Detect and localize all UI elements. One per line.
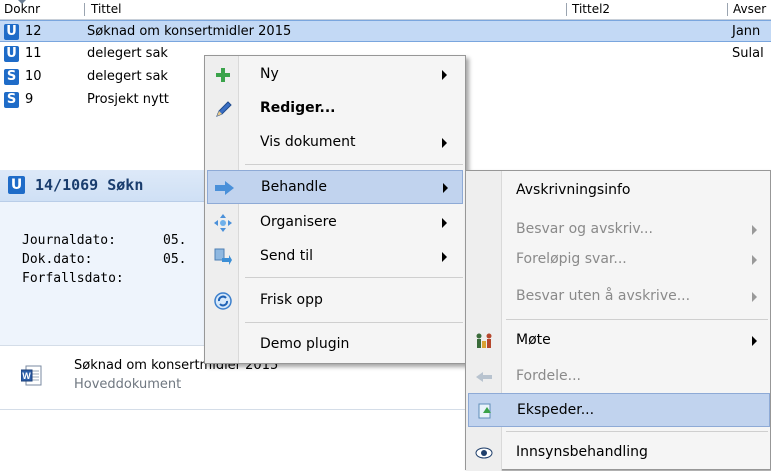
menu-item-frisk-opp[interactable]: Frisk opp: [205, 284, 465, 318]
submenu-arrow-icon: [752, 336, 757, 346]
menu-separator: [245, 164, 463, 165]
row-doknr: 10: [25, 69, 42, 84]
behandle-submenu: Avskrivningsinfo Besvar og avskriv... Fo…: [465, 170, 771, 471]
forfallsdato-label: Forfallsdato:: [22, 271, 124, 286]
document-type-badge: U: [4, 46, 19, 62]
submenu-item-innsynsbehandling[interactable]: Innsynsbehandling: [466, 436, 770, 470]
submenu-arrow-icon: [442, 252, 447, 262]
menu-separator: [506, 319, 768, 320]
word-document-icon[interactable]: W: [20, 365, 43, 387]
submenu-arrow-icon: [443, 183, 448, 193]
meeting-icon: [474, 331, 494, 351]
menu-separator: [245, 277, 463, 278]
detail-type-badge: U: [8, 176, 25, 194]
dispatch-icon: [475, 401, 495, 421]
detail-title: 14/1069 Søkn: [35, 176, 144, 194]
menu-separator: [245, 322, 463, 323]
row-title: delegert sak: [87, 46, 168, 61]
submenu-item-forelopig-svar[interactable]: Foreløpig svar...: [466, 243, 770, 277]
column-header-tittel[interactable]: Tittel: [91, 2, 121, 16]
menu-item-vis-dokument[interactable]: Vis dokument: [205, 126, 465, 160]
document-type-badge: U: [4, 24, 19, 40]
menu-item-organisere[interactable]: Organisere: [205, 206, 465, 240]
dokdato-value: 05.: [163, 252, 187, 267]
submenu-arrow-icon: [442, 218, 447, 228]
table-row[interactable]: U 12 Søknad om konsertmidler 2015 Jann: [0, 20, 771, 42]
column-separator[interactable]: [84, 3, 85, 16]
journaldato-value: 05.: [163, 233, 187, 248]
document-type-badge: S: [4, 92, 19, 108]
column-header-doknr[interactable]: Doknr: [4, 2, 40, 16]
submenu-item-fordele[interactable]: Fordele...: [466, 360, 770, 394]
grid-header: Doknr Tittel Tittel2 Avser: [0, 0, 771, 20]
row-title: delegert sak: [87, 69, 168, 84]
process-arrow-icon: [214, 178, 234, 198]
submenu-item-mote[interactable]: Møte: [466, 324, 770, 358]
submenu-arrow-icon: [752, 255, 757, 265]
column-header-tittel2[interactable]: Tittel2: [572, 2, 610, 16]
submenu-arrow-icon: [752, 292, 757, 302]
submenu-item-ekspeder[interactable]: Ekspeder...: [468, 393, 770, 427]
row-doknr: 11: [25, 46, 42, 61]
send-to-icon: [213, 247, 233, 267]
menu-item-demo-plugin[interactable]: Demo plugin: [205, 328, 465, 362]
submenu-arrow-icon: [752, 225, 757, 235]
menu-item-behandle[interactable]: Behandle: [207, 170, 463, 204]
row-doknr: 12: [25, 24, 42, 39]
plus-icon: [213, 65, 233, 85]
journaldato-label: Journaldato:: [22, 233, 116, 248]
document-type-badge: S: [4, 69, 19, 85]
submenu-arrow-icon: [442, 70, 447, 80]
menu-separator: [506, 431, 768, 432]
row-title: Prosjekt nytt: [87, 92, 169, 107]
submenu-item-avskrivningsinfo[interactable]: Avskrivningsinfo: [466, 174, 770, 208]
context-menu: Ny Rediger... Vis dokument Behandle Orga…: [204, 55, 466, 364]
menu-item-ny[interactable]: Ny: [205, 58, 465, 92]
eye-icon: [474, 443, 494, 463]
dokdato-label: Dok.dato:: [22, 252, 93, 267]
row-sender: Jann: [732, 24, 761, 39]
row-sender: Sulal: [732, 46, 764, 61]
submenu-item-besvar-uten-avskrive[interactable]: Besvar uten å avskrive...: [466, 280, 770, 314]
svg-text:W: W: [22, 371, 31, 381]
row-title: Søknad om konsertmidler 2015: [87, 24, 292, 39]
row-doknr: 9: [25, 92, 34, 107]
column-separator[interactable]: [727, 3, 728, 16]
attachment-subtitle: Hoveddokument: [74, 377, 182, 392]
menu-item-rediger[interactable]: Rediger...: [205, 92, 465, 126]
submenu-item-besvar-og-avskriv[interactable]: Besvar og avskriv...: [466, 213, 770, 247]
pencil-icon: [213, 99, 233, 119]
submenu-arrow-icon: [442, 138, 447, 148]
column-separator[interactable]: [566, 3, 567, 16]
refresh-icon: [213, 291, 233, 311]
column-header-avsender[interactable]: Avser: [733, 2, 766, 16]
distribute-icon: [474, 367, 494, 387]
menu-item-send-til[interactable]: Send til: [205, 240, 465, 274]
organize-icon: [213, 213, 233, 233]
